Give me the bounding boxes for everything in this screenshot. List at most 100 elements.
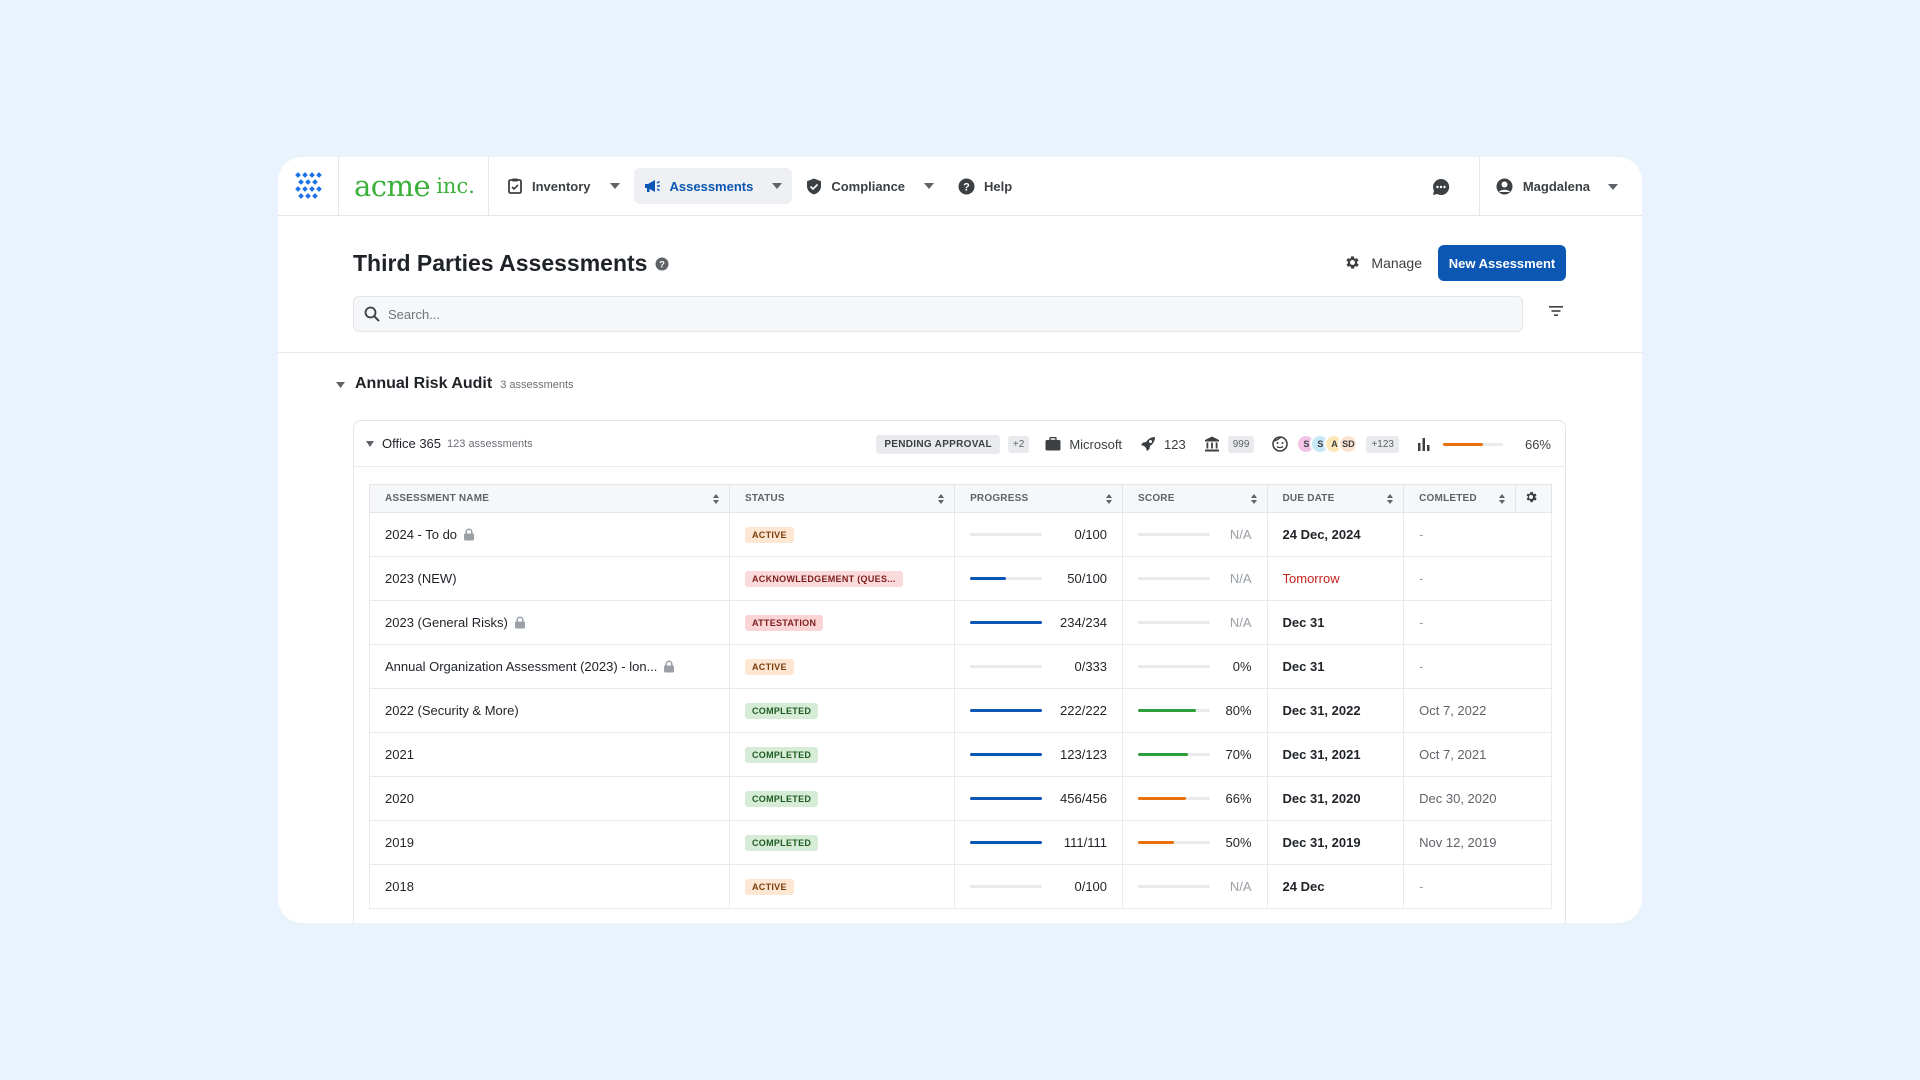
progress-bar	[970, 621, 1043, 624]
completed-cell: -	[1403, 512, 1552, 557]
score-bar	[1138, 885, 1211, 888]
column-header[interactable]: PROGRESS	[954, 484, 1124, 513]
column-settings-button[interactable]	[1515, 484, 1552, 513]
group-count: 3 assessments	[500, 379, 574, 391]
progress-bar	[970, 577, 1043, 580]
sort-icon[interactable]	[712, 494, 719, 504]
search-input[interactable]	[388, 306, 1488, 322]
table-row[interactable]: 2023 (NEW) ACKNOWLEDGEMENT (QUES... 50/100…	[369, 556, 1552, 601]
assessment-name-cell[interactable]: 2022 (Security & More)	[369, 688, 730, 733]
table-row[interactable]: 2022 (Security & More) COMPLETED 222/222 80…	[369, 688, 1552, 733]
status-cell: COMPLETED	[728, 820, 956, 865]
progress-bar	[970, 533, 1043, 536]
column-header[interactable]: SCORE	[1122, 484, 1268, 513]
nav-help[interactable]: ? Help	[948, 168, 1022, 204]
sort-icon[interactable]	[1106, 494, 1113, 504]
nav-inventory[interactable]: Inventory	[497, 168, 630, 204]
progress-cell: 123/123	[954, 732, 1124, 777]
chevron-down-icon	[924, 183, 935, 189]
status-cell: COMPLETED	[728, 776, 956, 821]
sort-icon[interactable]	[1387, 494, 1394, 504]
progress-value: 222/222	[1060, 703, 1108, 718]
chevron-down-icon	[772, 183, 783, 189]
score-value: N/A	[1229, 615, 1252, 630]
score-value: 0%	[1232, 659, 1252, 674]
completed-date: -	[1419, 527, 1424, 542]
user-menu[interactable]: Magdalena	[1478, 157, 1642, 216]
score-cell: 50%	[1122, 820, 1268, 865]
column-header[interactable]: COMLETED	[1403, 484, 1517, 513]
progress-bar-fill	[970, 621, 1043, 624]
progress-value: 0/333	[1074, 659, 1108, 674]
assignee-avatars[interactable]: S S A SD	[1296, 434, 1359, 454]
group-header[interactable]: Annual Risk Audit 3 assessments	[336, 375, 574, 393]
help-icon[interactable]: ?	[655, 257, 669, 271]
table-row[interactable]: 2023 (General Risks) ATTESTATION 234/234 N/…	[369, 600, 1552, 645]
assessment-name-cell[interactable]: 2023 (General Risks)	[369, 600, 730, 645]
nav-assessments[interactable]: Assessments	[633, 168, 793, 204]
table-row[interactable]: 2020 COMPLETED 456/456 66% Dec 31, 2020 Dec 3…	[369, 776, 1552, 821]
assessment-name: 2020	[385, 791, 414, 806]
apps-grid-icon[interactable]	[278, 157, 339, 216]
search-bar	[353, 296, 1523, 332]
score-value: 66%	[1225, 791, 1252, 806]
assessment-name: 2018	[385, 879, 414, 894]
sort-icon[interactable]	[1250, 494, 1257, 504]
search-icon	[364, 306, 380, 322]
table-row[interactable]: Annual Organization Assessment (2023) - …	[369, 644, 1552, 689]
score-value: N/A	[1229, 571, 1252, 586]
assessment-name-cell[interactable]: 2020	[369, 776, 730, 821]
new-assessment-button[interactable]: New Assessment	[1438, 245, 1566, 281]
assessment-name-cell[interactable]: 2018	[369, 864, 730, 909]
brand-logo[interactable]: acme inc.	[339, 157, 489, 216]
assessment-name-cell[interactable]: 2021	[369, 732, 730, 777]
progress-bar-fill	[970, 841, 1043, 844]
column-header[interactable]: ASSESSMENT NAME	[369, 484, 730, 513]
table-row[interactable]: 2019 COMPLETED 111/111 50% Dec 31, 2019 Nov 1…	[369, 820, 1552, 865]
table-row[interactable]: 2021 COMPLETED 123/123 70% Dec 31, 2021 Oct 7…	[369, 732, 1552, 777]
score-bar-fill	[1138, 753, 1189, 756]
column-header-label: SCORE	[1138, 493, 1175, 504]
assessment-name-cell[interactable]: 2019	[369, 820, 730, 865]
score-value: 80%	[1225, 703, 1252, 718]
table-row[interactable]: 2024 - To do ACTIVE 0/100 N/A 24 Dec, 2024 -	[369, 512, 1552, 557]
user-name: Magdalena	[1522, 179, 1590, 194]
avatar-extra-count[interactable]: +123	[1366, 435, 1399, 453]
progress-value: 50/100	[1067, 571, 1108, 586]
assessment-name-cell[interactable]: Annual Organization Assessment (2023) - …	[369, 644, 730, 689]
gear-icon	[1526, 491, 1537, 503]
vendor-count: 123 assessments	[447, 437, 533, 450]
nav-compliance[interactable]: Compliance	[796, 168, 944, 204]
vendor-name: Microsoft	[1069, 436, 1123, 452]
assessment-name-cell[interactable]: 2023 (NEW)	[369, 556, 730, 601]
due-date-cell: Tomorrow	[1266, 556, 1405, 601]
table-header-row: ASSESSMENT NAME STATUS PROGRESS SCORE DUE DA…	[369, 484, 1552, 513]
sort-icon[interactable]	[1499, 494, 1506, 504]
table-row[interactable]: 2018 ACTIVE 0/100 N/A 24 Dec -	[369, 864, 1552, 909]
assessment-name-cell[interactable]: 2024 - To do	[369, 512, 730, 557]
column-header[interactable]: STATUS	[728, 484, 956, 513]
filter-button[interactable]	[1548, 304, 1564, 322]
manage-button[interactable]: Manage	[1344, 254, 1422, 271]
page-header: Third Parties Assessments ? Manage New A…	[278, 216, 1642, 353]
status-badge: ACTIVE	[744, 659, 794, 675]
status-extra-count[interactable]: +2	[1007, 435, 1030, 453]
sort-icon[interactable]	[938, 494, 945, 504]
rocket-icon	[1141, 437, 1156, 451]
progress-cell: 0/100	[954, 512, 1124, 557]
progress-value: 111/111	[1063, 835, 1108, 850]
chevron-down-icon	[1608, 183, 1618, 190]
chat-button[interactable]	[1417, 157, 1465, 216]
main-menu: Inventory Assessments Compliance ? Help	[497, 168, 1022, 204]
due-date-cell: Dec 31, 2021	[1266, 732, 1405, 777]
vendor-card-header[interactable]: Office 365 123 assessments PENDING APPRO…	[354, 421, 1565, 467]
score-cell: N/A	[1122, 600, 1268, 645]
rocket-count: 123	[1164, 436, 1186, 452]
assessment-name: 2024 - To do	[385, 527, 458, 542]
progress-bar	[970, 797, 1043, 800]
chevron-down-icon	[609, 183, 620, 189]
progress-bar	[970, 665, 1043, 668]
score-value: 70%	[1225, 747, 1252, 762]
column-header[interactable]: DUE DATE	[1266, 484, 1405, 513]
avatar[interactable]: SD	[1338, 434, 1359, 454]
